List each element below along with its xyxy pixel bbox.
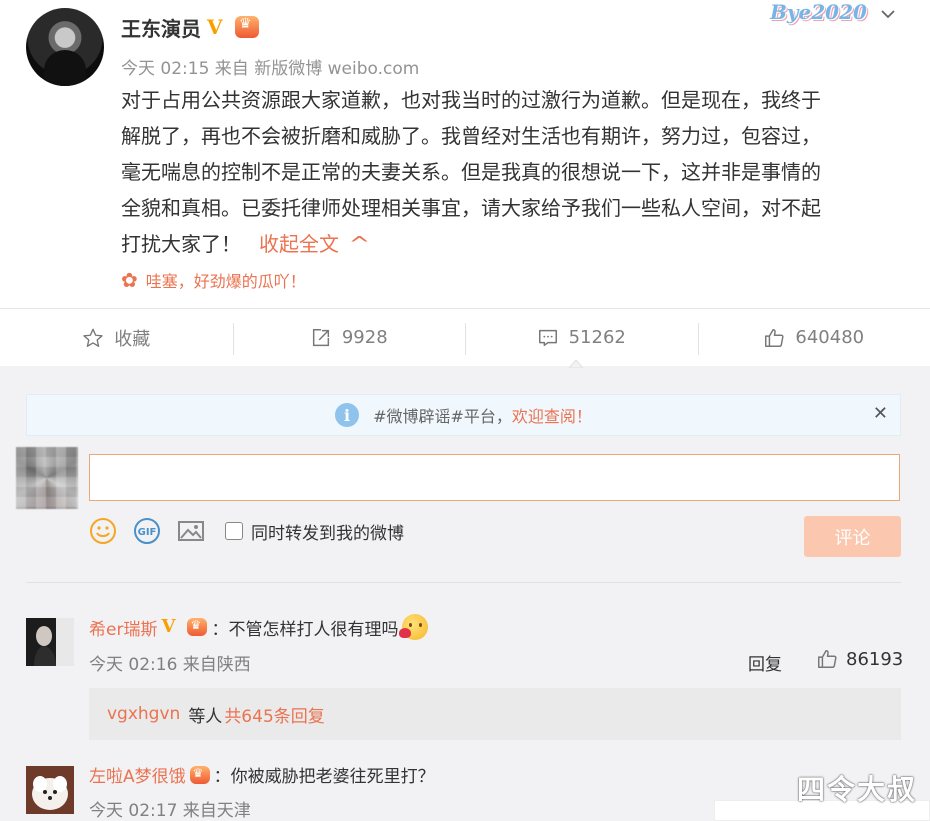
comment-text: ：不管怎样打人很有理吗 — [211, 619, 399, 640]
flower-icon: ✿ — [121, 268, 138, 292]
comment-user-name[interactable]: 希er瑞斯 — [89, 615, 157, 640]
repost-checkbox[interactable] — [225, 522, 243, 540]
author-name-row: 王东演员 V — [121, 12, 259, 42]
collapse-text-link[interactable]: 收起全文 — [259, 232, 339, 256]
chevron-up-icon[interactable]: ^ — [348, 226, 370, 262]
svg-text:GIF: GIF — [138, 527, 157, 538]
comment-tab-caret-icon — [569, 360, 583, 368]
close-icon[interactable]: ✕ — [873, 403, 888, 424]
comment-button[interactable]: 51262 — [465, 309, 698, 366]
divider — [26, 582, 901, 583]
reply-button[interactable]: 回复 — [748, 650, 782, 675]
post-text-line: 对于占用公共资源跟大家道歉，也对我当时的过激行为道歉。但是现在，我终于 — [121, 88, 821, 112]
emoji-icon[interactable] — [89, 517, 117, 545]
thinking-emoji-icon — [399, 614, 429, 640]
image-icon[interactable] — [177, 517, 205, 545]
author-name[interactable]: 王东演员 — [121, 13, 201, 42]
replies-summary[interactable]: vgxhgvn 等人 共645条回复 — [89, 688, 901, 740]
my-avatar[interactable] — [16, 447, 78, 509]
like-button[interactable]: 640480 — [697, 309, 930, 366]
replies-mid-text: 等人 — [188, 706, 223, 727]
post-body: 对于占用公共资源跟大家道歉，也对我当时的过激行为道歉。但是现在，我终于 解脱了，… — [121, 82, 901, 262]
post-text-line-last: 打扰大家了！ 收起全文 ^ — [121, 226, 901, 262]
repost-checkbox-row[interactable]: 同时转发到我的微博 — [225, 519, 404, 544]
post-action-bar: 收藏 9928 51262 640480 — [0, 308, 930, 366]
info-icon: i — [335, 403, 360, 427]
comment-header: 左啦A梦很饿 ：你被威胁把老婆往死里打？ — [89, 762, 435, 787]
post-text-line: 全貌和真相。已委托律师处理相关事宜，请大家给予我们一些私人空间，对不起 — [121, 196, 821, 220]
thumbs-up-icon — [818, 650, 837, 668]
author-avatar[interactable] — [26, 8, 104, 86]
post-menu-chevron-icon[interactable] — [880, 6, 896, 22]
submit-comment-button[interactable]: 评论 — [804, 516, 901, 557]
star-icon — [83, 328, 103, 347]
verified-v-icon: V — [207, 15, 223, 39]
comment-meta: 今天 02:16 来自陕西 — [89, 655, 251, 675]
member-crown-icon — [187, 618, 208, 636]
comment-meta: 今天 02:17 来自天津 — [89, 801, 251, 821]
composer-toolbar: GIF 同时转发到我的微博 — [89, 514, 404, 548]
comment-like-button[interactable]: 86193 — [816, 648, 903, 670]
post-text-last: 打扰大家了！ — [121, 232, 241, 256]
replies-count-link[interactable]: 共645条回复 — [224, 702, 324, 727]
post-meta: 今天 02:15 来自 新版微博 weibo.com — [121, 59, 420, 79]
comment-count: 51262 — [568, 327, 626, 348]
notice-topic[interactable]: #微博辟谣#平台， — [373, 403, 512, 427]
share-icon — [312, 328, 329, 346]
verified-v-icon: V — [161, 616, 176, 637]
like-count: 640480 — [795, 327, 865, 348]
favorite-label: 收藏 — [114, 328, 151, 350]
repost-checkbox-label: 同时转发到我的微博 — [251, 523, 404, 544]
topic-row[interactable]: ✿ 哇塞，好劲爆的瓜吖！ — [121, 268, 306, 292]
post-text-line: 毫无喘息的控制不是正常的夫妻关系。但是我真的很想说一下，这并非是事情的 — [121, 160, 821, 184]
commenter-avatar[interactable] — [26, 766, 74, 814]
comment-like-count: 86193 — [846, 648, 904, 670]
comment-input[interactable] — [89, 454, 900, 501]
watermark-text: 四令大叔 — [797, 773, 918, 806]
topic-text[interactable]: 哇塞，好劲爆的瓜吖！ — [146, 268, 306, 292]
gif-icon[interactable]: GIF — [133, 517, 161, 545]
reply-user[interactable]: vgxhgvn — [107, 704, 180, 724]
comment-header: 希er瑞斯 V ：不管怎样打人很有理吗 — [89, 614, 429, 640]
repost-count: 9928 — [341, 327, 388, 348]
comment-user-name[interactable]: 左啦A梦很饿 — [89, 762, 186, 787]
notice-highlight[interactable]: 欢迎查阅！ — [512, 403, 592, 427]
member-crown-icon — [235, 16, 259, 38]
comment-text: ：你被威胁把老婆往死里打？ — [213, 767, 435, 787]
favorite-button[interactable]: 收藏 — [0, 309, 233, 366]
thumbs-up-icon — [765, 328, 784, 347]
repost-button[interactable]: 9928 — [232, 309, 466, 366]
commenter-avatar[interactable] — [26, 618, 74, 666]
weibo-post-card: 王东演员 V Bye2020 今天 02:15 来自 新版微博 weibo.co… — [0, 0, 930, 308]
post-text-line: 解脱了，再也不会被折磨和威胁了。我曾经对生活也有期许，努力过，包容过， — [121, 124, 821, 148]
bye2020-logo: Bye2020 — [770, 0, 867, 24]
member-crown-icon — [189, 765, 210, 784]
rumor-notice-banner[interactable]: i #微博辟谣#平台， 欢迎查阅！ ✕ — [26, 394, 901, 436]
comment-icon — [538, 329, 557, 346]
